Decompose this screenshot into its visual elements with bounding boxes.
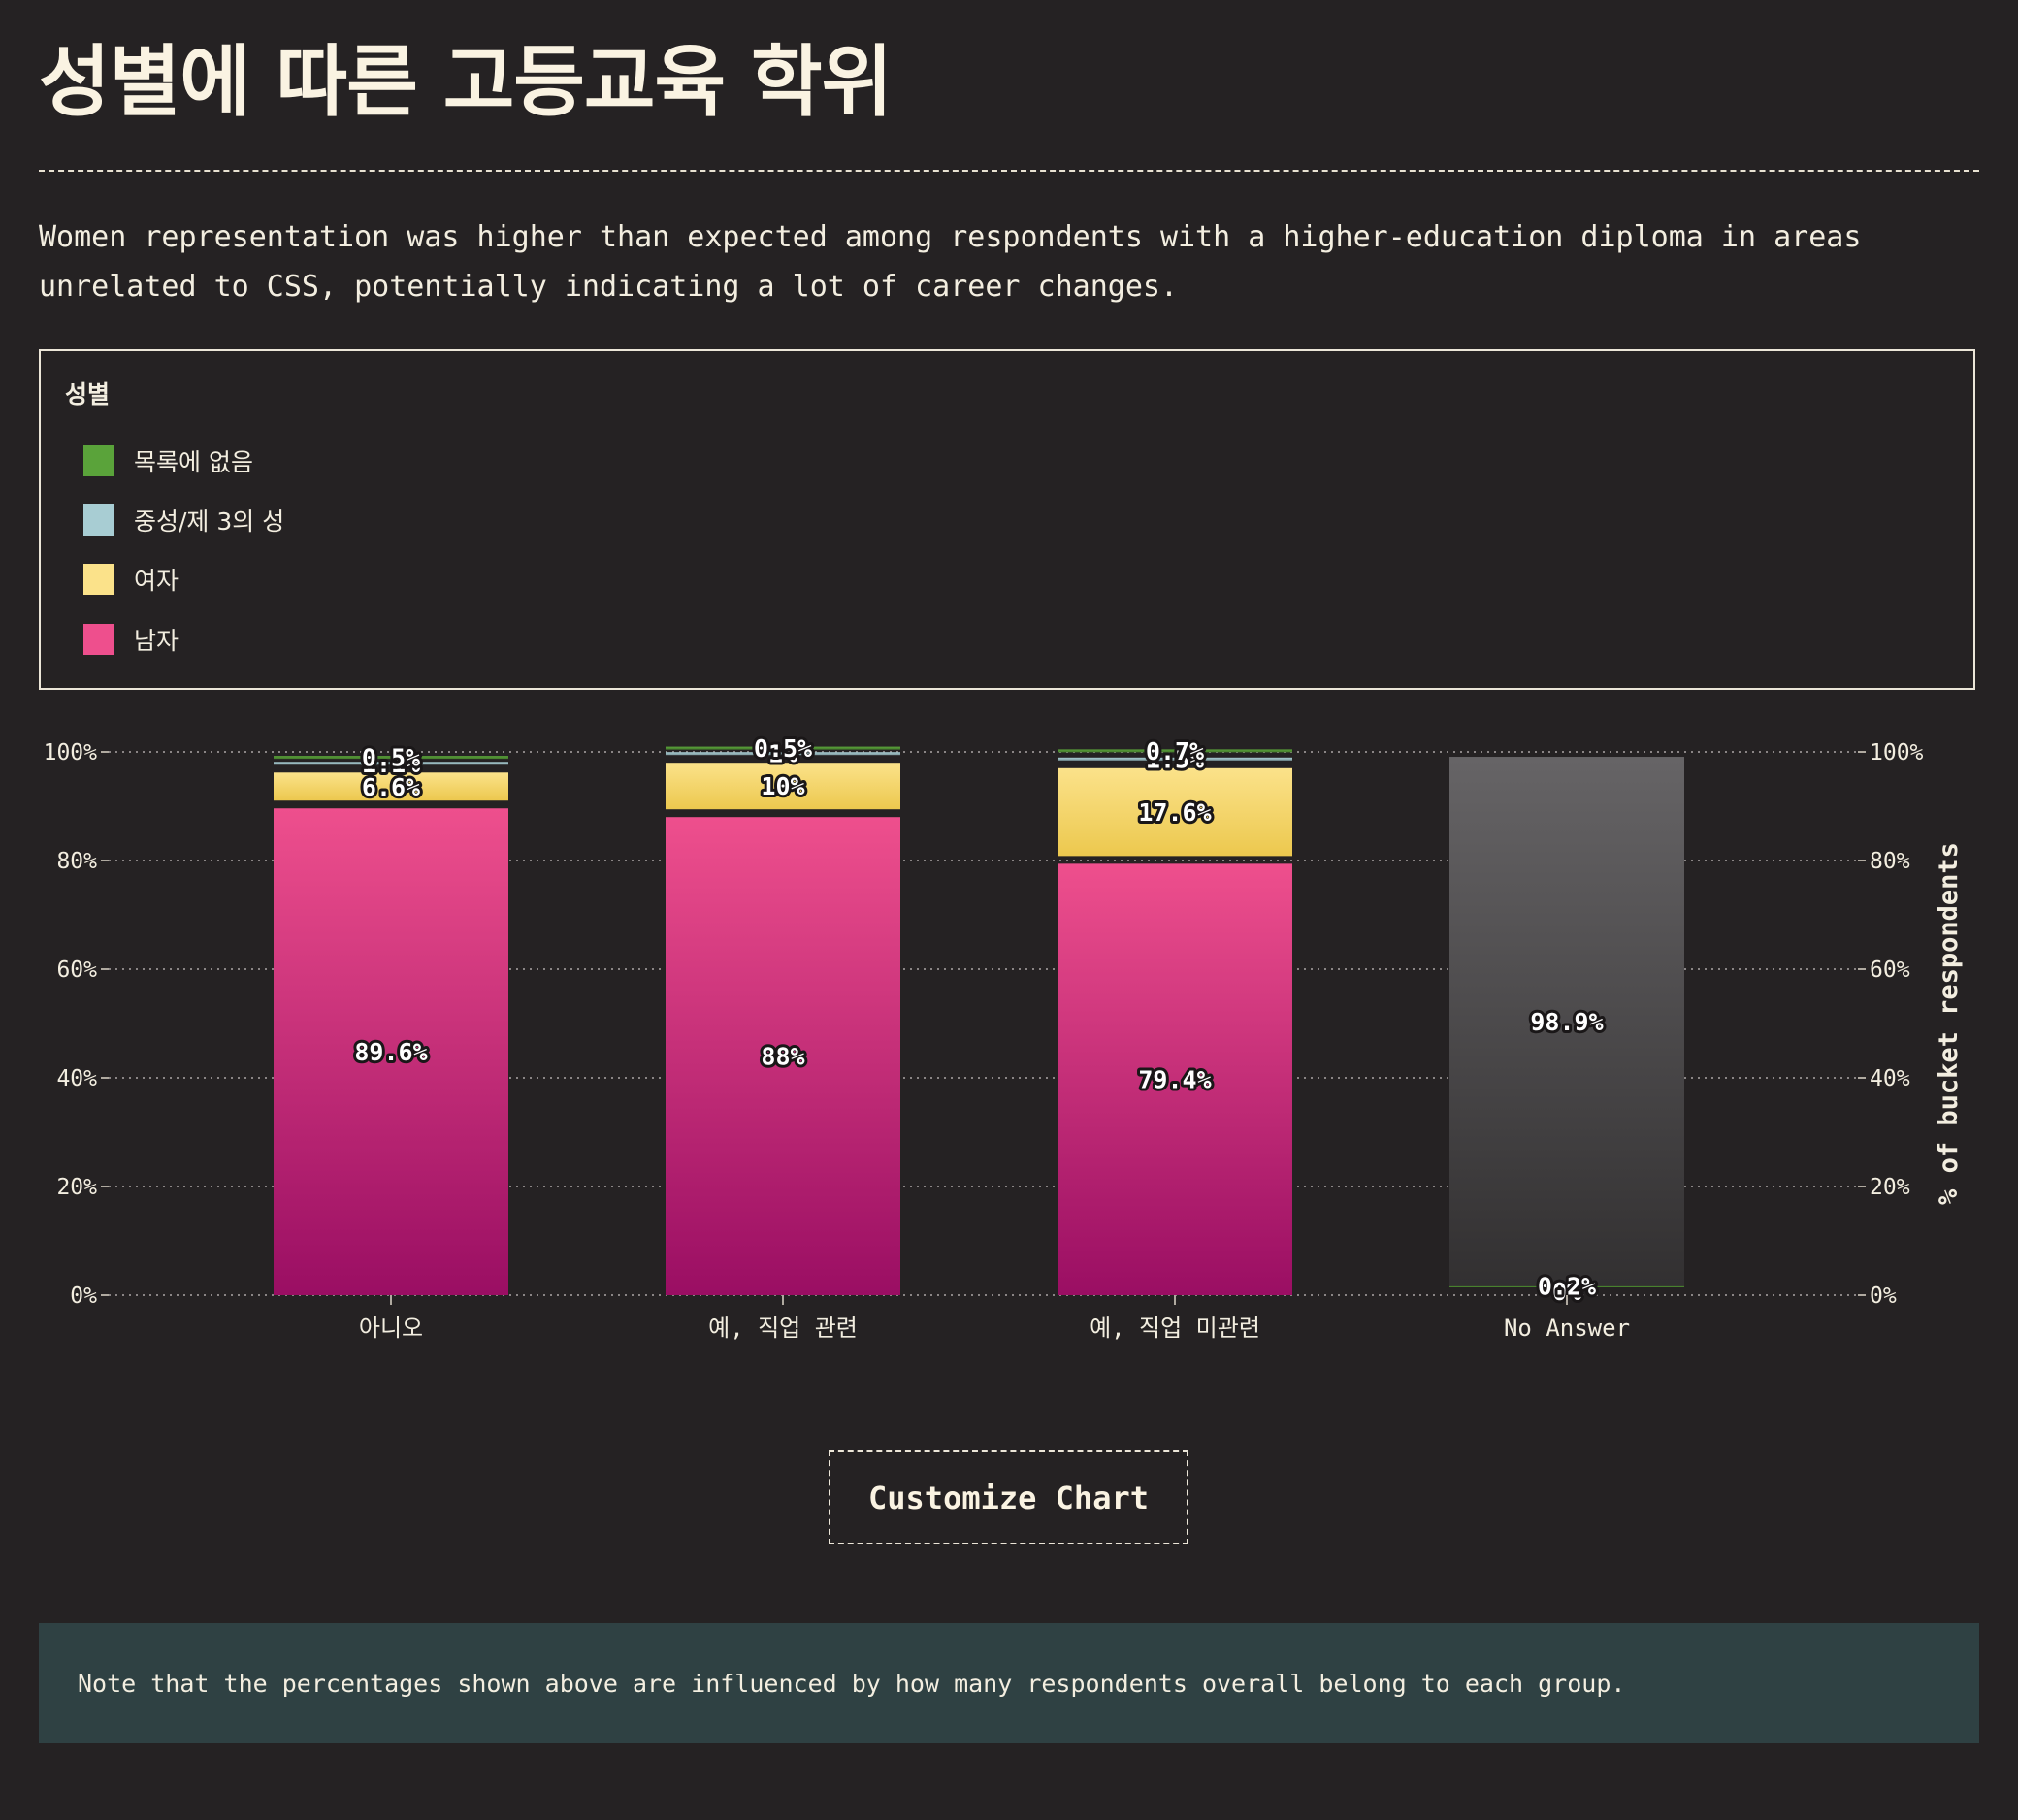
y-axis-title: % of bucket respondents	[1934, 842, 1964, 1205]
legend-label: 목록에 없음	[134, 448, 253, 476]
bar-value-label: 10%	[761, 772, 804, 800]
x-tick-label: 아니오	[359, 1315, 423, 1342]
legend: 성별 목록에 없음 중성/제 3의 성 여자 남자	[39, 349, 1975, 690]
bar-value-label: 0.5%	[362, 744, 420, 772]
y-tick-label-left: 0%	[70, 1284, 97, 1309]
y-tick-label-left: 40%	[56, 1066, 97, 1091]
note-box: Note that the percentages shown above ar…	[39, 1623, 1979, 1743]
legend-swatch	[83, 504, 114, 536]
legend-item-woman[interactable]: 여자	[83, 563, 179, 596]
y-tick-label-left: 20%	[56, 1175, 97, 1200]
y-tick-label-left: 100%	[44, 740, 98, 765]
y-tick-label-right: 40%	[1870, 1066, 1910, 1091]
legend-label: 남자	[134, 627, 179, 655]
legend-item-non-binary[interactable]: 중성/제 3의 성	[83, 504, 284, 536]
legend-title: 성별	[65, 380, 111, 408]
note-text: Note that the percentages shown above ar…	[78, 1669, 1626, 1698]
y-tick-label-right: 60%	[1870, 958, 1910, 983]
y-tick-label-left: 80%	[56, 849, 97, 874]
x-tick-label: 예, 직업 관련	[708, 1315, 858, 1342]
title-divider	[39, 170, 1979, 172]
y-tick-label-right: 0%	[1870, 1284, 1897, 1309]
y-tick-label-left: 60%	[56, 958, 97, 983]
x-tick-label: 예, 직업 미관련	[1090, 1315, 1260, 1342]
legend-item-man[interactable]: 남자	[83, 623, 179, 656]
y-tick-label-right: 20%	[1870, 1175, 1910, 1200]
legend-label: 여자	[134, 567, 179, 595]
bar-value-label: 0.5%	[754, 734, 812, 763]
legend-label: 중성/제 3의 성	[134, 507, 285, 536]
legend-item-not-listed[interactable]: 목록에 없음	[83, 444, 253, 477]
bars	[274, 746, 1684, 1295]
x-tick-label: No Answer	[1504, 1315, 1630, 1342]
bar-value-label: 88%	[761, 1043, 804, 1071]
chart-description: Women representation was higher than exp…	[39, 220, 1862, 304]
legend-swatch	[83, 624, 114, 655]
bar-value-label: 98.9%	[1530, 1008, 1603, 1036]
bar-value-label: 79.4%	[1138, 1066, 1211, 1094]
bar-value-label: 0.7%	[1146, 737, 1204, 765]
bar-value-label: 89.6%	[354, 1038, 427, 1066]
bar-labels: 89.6%6.6%1.1%0.5%88%10%1%0.5%79.4%17.6%1…	[351, 731, 1606, 1309]
legend-swatch	[83, 564, 114, 595]
bar-value-label: 17.6%	[1138, 798, 1211, 827]
page-title: 성별에 따른 고등교육 학위	[39, 37, 893, 127]
legend-swatch	[83, 445, 114, 476]
stacked-bar-chart: 89.6%6.6%1.1%0.5%88%10%1%0.5%79.4%17.6%1…	[44, 731, 1964, 1342]
customize-chart-button[interactable]: Customize Chart	[829, 1450, 1188, 1544]
y-tick-label-right: 80%	[1870, 849, 1910, 874]
y-tick-label-right: 100%	[1870, 740, 1924, 765]
